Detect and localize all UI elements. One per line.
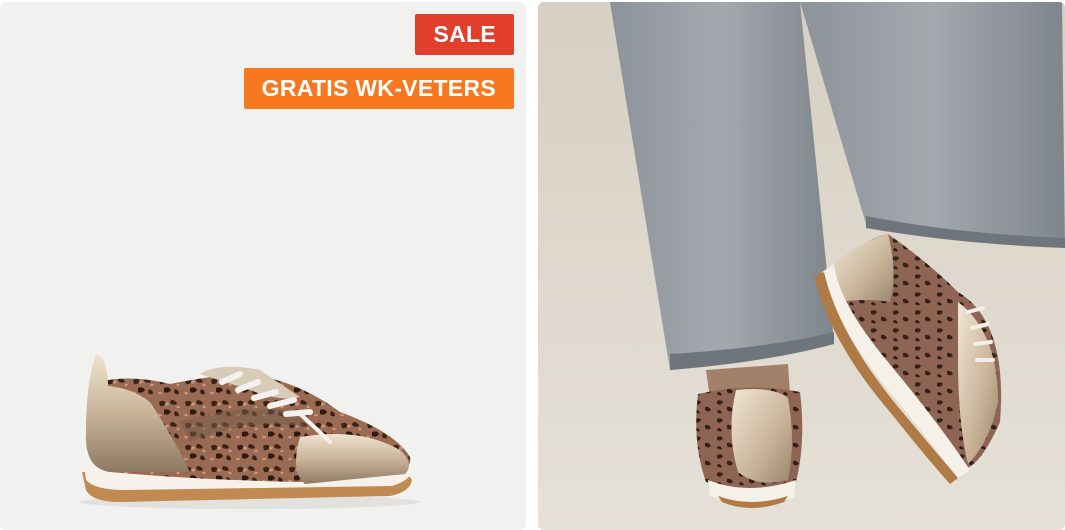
sneakers-worn-image — [538, 2, 1065, 530]
product-image-gallery: SALE GRATIS WK-VETERS — [0, 0, 1065, 530]
sale-badge: SALE — [415, 14, 514, 55]
product-image-lifestyle[interactable] — [538, 2, 1065, 530]
promo-badge: GRATIS WK-VETERS — [243, 68, 514, 109]
product-image-main[interactable]: SALE GRATIS WK-VETERS — [0, 2, 526, 530]
